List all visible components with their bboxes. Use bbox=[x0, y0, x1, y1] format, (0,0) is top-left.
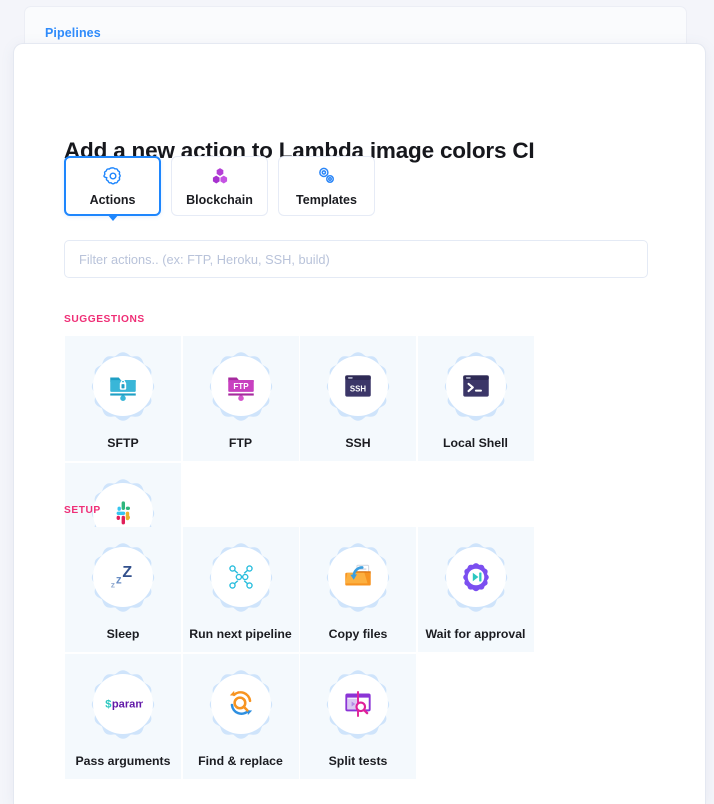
action-tile-label: Sleep bbox=[106, 627, 140, 641]
tile-badge: FTP bbox=[202, 347, 280, 425]
action-tile-label: Run next pipeline bbox=[189, 627, 292, 641]
action-tile-label: FTP bbox=[228, 436, 253, 450]
two-gears-icon bbox=[316, 166, 337, 186]
action-tile-label: SSH bbox=[345, 436, 371, 450]
tile-badge: Z z z bbox=[84, 538, 162, 616]
tile-badge bbox=[319, 665, 397, 743]
action-tile-sftp[interactable]: SFTP bbox=[65, 336, 181, 461]
action-tile-copy-files[interactable]: Copy files bbox=[300, 527, 416, 652]
pipeline-nodes-icon bbox=[221, 557, 261, 597]
sftp-folder-lock-icon bbox=[103, 366, 143, 406]
blockchain-icon bbox=[210, 166, 230, 186]
split-tests-icon bbox=[338, 684, 378, 724]
svg-text:z: z bbox=[116, 573, 122, 586]
action-tile-pass-arguments[interactable]: $ param Pass arguments bbox=[65, 653, 181, 779]
tile-badge: $ param bbox=[84, 665, 162, 743]
svg-text:param: param bbox=[112, 698, 143, 710]
tile-badge bbox=[84, 347, 162, 425]
action-source-tabs: Actions Blockchain Templates bbox=[64, 156, 375, 221]
tile-badge bbox=[437, 347, 515, 425]
setup-grid: Z z z Sleep Run next pipeline Copy files… bbox=[65, 527, 649, 804]
action-tile-ftp[interactable]: FTP FTP bbox=[182, 336, 299, 461]
action-tile-sleep[interactable]: Z z z Sleep bbox=[65, 527, 181, 652]
tile-badge bbox=[437, 538, 515, 616]
action-tile-label: Wait for approval bbox=[425, 627, 526, 641]
ssh-terminal-icon: SSH bbox=[338, 366, 378, 406]
add-action-panel: Add a new action to Lambda image colors … bbox=[14, 44, 705, 804]
tab-templates[interactable]: Templates bbox=[278, 156, 375, 216]
tab-blockchain-label: Blockchain bbox=[186, 192, 253, 207]
tile-badge bbox=[319, 538, 397, 616]
breadcrumb-pipelines[interactable]: Pipelines bbox=[45, 26, 101, 40]
find-replace-icon bbox=[221, 684, 261, 724]
section-label-setup: SETUP bbox=[64, 505, 101, 516]
gear-icon bbox=[102, 166, 123, 186]
svg-text:FTP: FTP bbox=[233, 382, 249, 391]
action-tile-wait-for-approval[interactable]: Wait for approval bbox=[417, 527, 534, 652]
svg-text:Z: Z bbox=[122, 564, 132, 581]
tile-badge bbox=[202, 665, 280, 743]
action-tile-split-tests[interactable]: Split tests bbox=[300, 653, 416, 779]
tab-actions[interactable]: Actions bbox=[64, 156, 161, 221]
action-tile-find-replace[interactable]: Find & replace bbox=[182, 653, 299, 779]
tile-badge: SSH bbox=[319, 347, 397, 425]
action-tile-ssh[interactable]: SSH SSH bbox=[300, 336, 416, 461]
tab-actions-label: Actions bbox=[89, 192, 136, 207]
local-shell-terminal-icon bbox=[456, 366, 496, 406]
action-tile-label: Copy files bbox=[328, 627, 388, 641]
svg-text:SSH: SSH bbox=[350, 384, 366, 393]
search-input[interactable] bbox=[64, 240, 648, 278]
copy-files-folder-icon bbox=[338, 557, 378, 597]
action-tile-label: SFTP bbox=[107, 436, 139, 450]
wait-approval-gear-play-icon bbox=[456, 557, 496, 597]
svg-text:z: z bbox=[111, 580, 115, 590]
section-label-suggestions: SUGGESTIONS bbox=[64, 314, 145, 325]
action-tile-label: Split tests bbox=[328, 753, 388, 768]
action-tile-run-next-pipeline[interactable]: Run next pipeline bbox=[182, 527, 299, 652]
action-tile-label: Find & replace bbox=[198, 753, 283, 768]
action-tile-local-shell[interactable]: Local Shell bbox=[417, 336, 534, 461]
grid-filler-cell bbox=[417, 653, 534, 779]
action-tile-label: Local Shell bbox=[443, 436, 508, 450]
sleep-zzz-icon: Z z z bbox=[103, 557, 143, 597]
filter-actions-field[interactable] bbox=[64, 240, 648, 278]
tab-templates-label: Templates bbox=[296, 192, 357, 207]
active-tab-pointer bbox=[106, 214, 119, 221]
param-text-icon: $ param bbox=[103, 684, 143, 724]
ftp-folder-icon: FTP bbox=[221, 366, 261, 406]
action-tile-label: Pass arguments bbox=[75, 753, 171, 768]
tile-badge bbox=[202, 538, 280, 616]
tab-blockchain[interactable]: Blockchain bbox=[171, 156, 268, 216]
